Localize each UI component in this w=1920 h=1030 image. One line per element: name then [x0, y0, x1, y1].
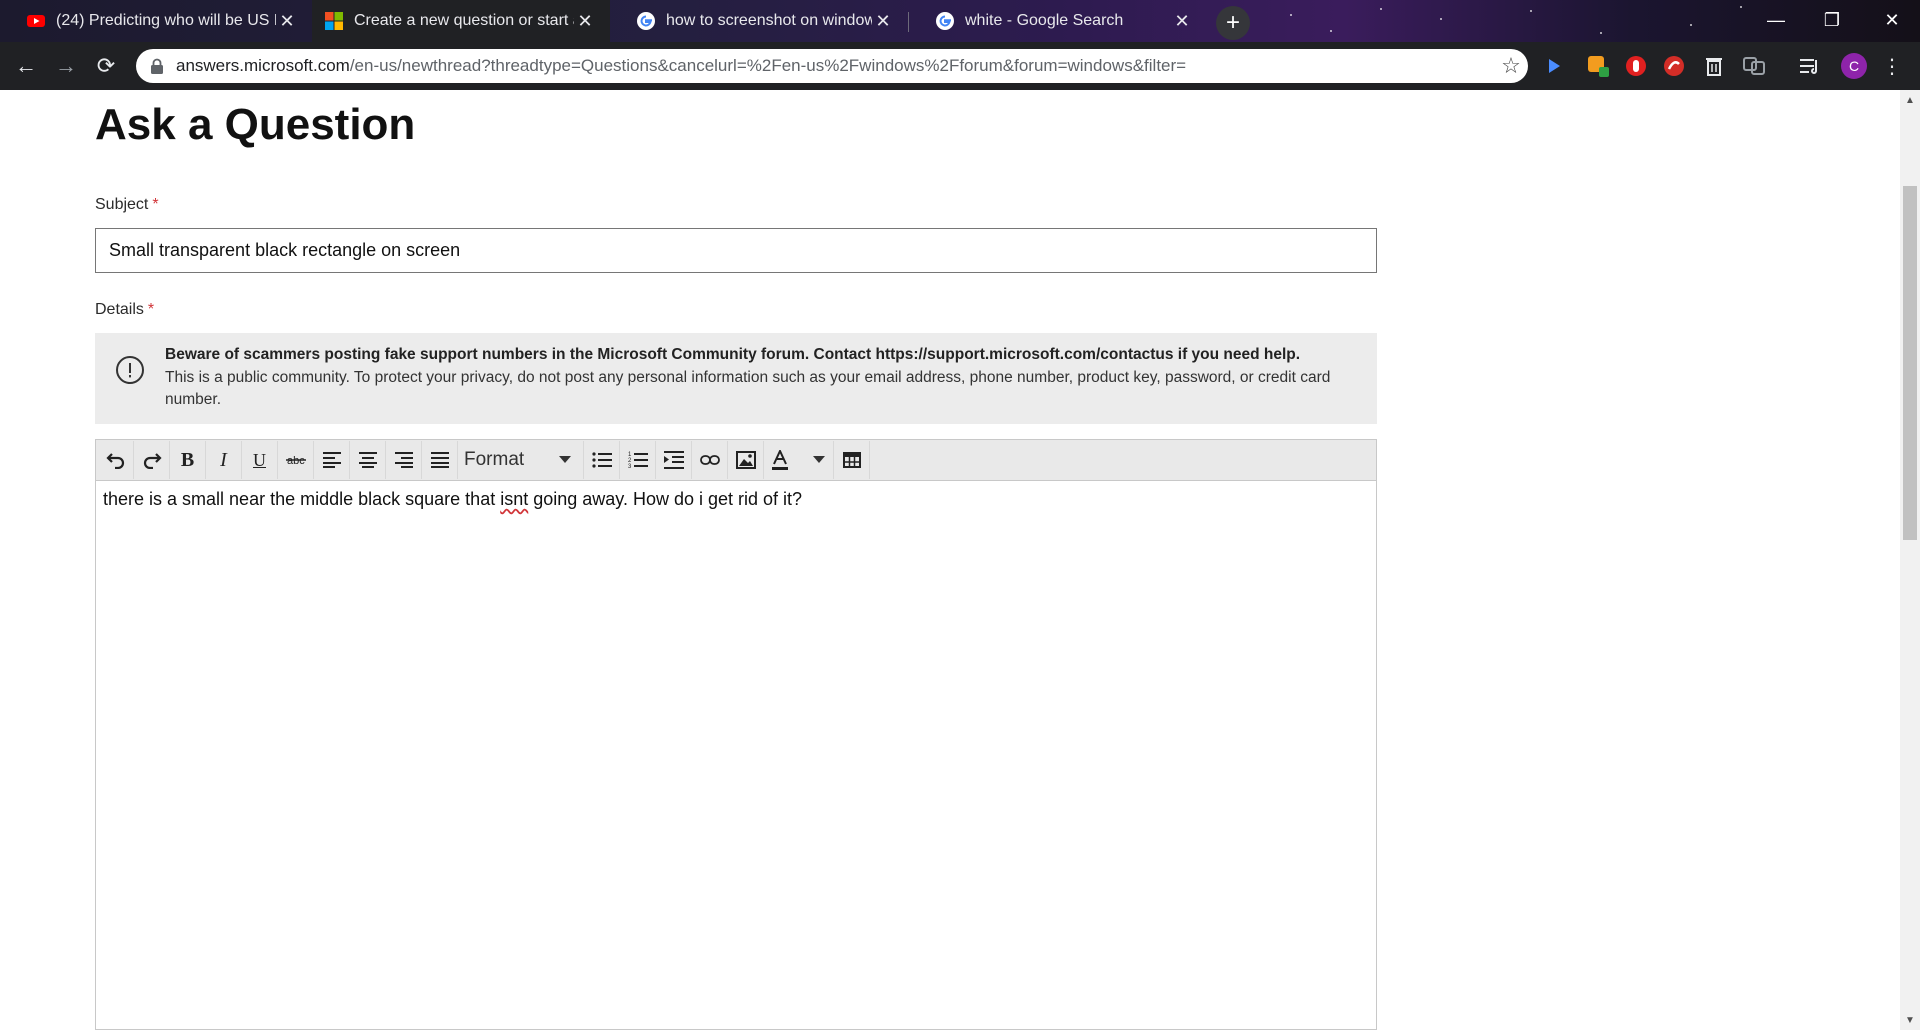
notice-warning-text: Beware of scammers posting fake support … — [165, 346, 1301, 363]
indent-icon[interactable] — [656, 441, 692, 479]
background-star — [1530, 10, 1532, 12]
tab-microsoft-answers[interactable]: Create a new question or start a ✕ — [312, 0, 610, 42]
align-right-icon[interactable] — [386, 441, 422, 479]
align-left-icon[interactable] — [314, 441, 350, 479]
editor-text: there is a small near the middle black s… — [103, 489, 501, 509]
format-dropdown-label: Format — [464, 449, 525, 470]
lock-icon — [151, 58, 163, 74]
tab-google-white[interactable]: white - Google Search ✕ — [909, 0, 1207, 42]
background-star — [1440, 18, 1442, 20]
chevron-down-icon — [559, 456, 571, 463]
scam-warning-notice: Beware of scammers posting fake support … — [95, 333, 1377, 424]
microsoft-icon — [325, 12, 343, 30]
font-color-dropdown[interactable] — [764, 441, 834, 479]
forward-icon[interactable]: → — [48, 48, 84, 84]
scroll-thumb[interactable] — [1903, 186, 1917, 540]
tab-title: white - Google Search — [965, 12, 1124, 29]
table-icon[interactable] — [834, 441, 870, 479]
tab-title: how to screenshot on windows - — [666, 12, 872, 29]
svg-text:abc: abc — [287, 455, 305, 467]
details-editor: B I U abc Format 123 there is a small ne… — [95, 439, 1377, 1030]
chevron-down-icon — [813, 456, 825, 463]
background-star — [1690, 24, 1692, 26]
italic-icon[interactable]: I — [206, 441, 242, 479]
browser-toolbar: ← → ⟳ answers.microsoft.com/en-us/newthr… — [0, 42, 1920, 90]
youtube-icon — [27, 15, 45, 27]
page-content: Ask a Question Subject* Details* Beware … — [0, 90, 1900, 1030]
puzzle-extension-icon[interactable] — [1586, 54, 1610, 78]
play-extension-icon[interactable] — [1542, 54, 1566, 78]
exclamation-circle-icon — [116, 356, 144, 384]
background-star — [1380, 8, 1382, 10]
notice-privacy-text: This is a public community. To protect y… — [165, 369, 1331, 408]
details-label: Details * — [95, 301, 155, 318]
misspelled-word[interactable]: isnt — [500, 489, 528, 509]
font-color-icon — [772, 450, 788, 470]
numbered-list-icon[interactable]: 123 — [620, 441, 656, 479]
required-mark: * — [147, 301, 155, 318]
tab-youtube[interactable]: (24) Predicting who will be US Pr ✕ — [0, 0, 312, 42]
align-center-icon[interactable] — [350, 441, 386, 479]
google-icon — [936, 12, 954, 30]
editor-toolbar: B I U abc Format 123 — [96, 440, 1376, 481]
profile-avatar[interactable]: C — [1841, 53, 1867, 79]
background-star — [1740, 6, 1742, 8]
strikethrough-icon[interactable]: abc — [278, 441, 314, 479]
close-tab-icon[interactable]: ✕ — [276, 10, 298, 32]
page-scrollbar[interactable]: ▲ ▼ — [1900, 90, 1920, 1030]
media-queue-icon[interactable] — [1799, 54, 1823, 78]
new-tab-button[interactable]: + — [1216, 6, 1250, 40]
bulleted-list-icon[interactable] — [584, 441, 620, 479]
subject-input[interactable] — [95, 228, 1377, 273]
restore-icon[interactable]: ❐ — [1804, 0, 1860, 40]
undo-icon[interactable] — [98, 441, 134, 479]
background-star — [1330, 30, 1332, 32]
url-text: answers.microsoft.com/en-us/newthread?th… — [176, 56, 1187, 75]
background-star — [1600, 32, 1602, 34]
underline-icon[interactable]: U — [242, 441, 278, 479]
link-icon[interactable] — [692, 441, 728, 479]
subject-label: Subject * — [95, 196, 159, 213]
close-tab-icon[interactable]: ✕ — [574, 10, 596, 32]
scroll-up-icon[interactable]: ▲ — [1900, 92, 1920, 108]
reload-icon[interactable]: ⟳ — [88, 48, 124, 84]
lastpass-extension-icon[interactable] — [1662, 54, 1686, 78]
align-justify-icon[interactable] — [422, 441, 458, 479]
address-bar[interactable]: answers.microsoft.com/en-us/newthread?th… — [136, 49, 1528, 83]
translate-extension-icon[interactable] — [1742, 54, 1766, 78]
close-tab-icon[interactable]: ✕ — [872, 10, 894, 32]
tab-title: Create a new question or start a — [354, 12, 574, 29]
bold-icon[interactable]: B — [170, 441, 206, 479]
hand-extension-icon[interactable] — [1624, 54, 1648, 78]
required-mark: * — [152, 196, 159, 213]
trash-extension-icon[interactable] — [1702, 54, 1726, 78]
google-icon — [637, 12, 655, 30]
tab-google-screenshot[interactable]: how to screenshot on windows - ✕ — [610, 0, 908, 42]
background-star — [1290, 14, 1292, 16]
close-window-icon[interactable]: ✕ — [1864, 0, 1920, 40]
tab-title: (24) Predicting who will be US Pr — [56, 12, 276, 29]
svg-text:3: 3 — [628, 464, 632, 469]
image-icon[interactable] — [728, 441, 764, 479]
redo-icon[interactable] — [134, 441, 170, 479]
back-icon[interactable]: ← — [8, 48, 44, 84]
editor-text: going away. How do i get rid of it? — [528, 489, 803, 509]
scroll-down-icon[interactable]: ▼ — [1900, 1012, 1920, 1028]
bookmark-star-icon[interactable]: ☆ — [1494, 49, 1528, 83]
page-title: Ask a Question — [95, 100, 416, 149]
tab-bar: (24) Predicting who will be US Pr ✕ Crea… — [0, 0, 1920, 42]
menu-kebab-icon[interactable]: ⋮ — [1880, 54, 1904, 78]
minimize-icon[interactable]: — — [1748, 0, 1804, 40]
editor-text-area[interactable]: there is a small near the middle black s… — [96, 481, 1376, 518]
close-tab-icon[interactable]: ✕ — [1171, 10, 1193, 32]
format-dropdown[interactable]: Format — [458, 441, 584, 479]
